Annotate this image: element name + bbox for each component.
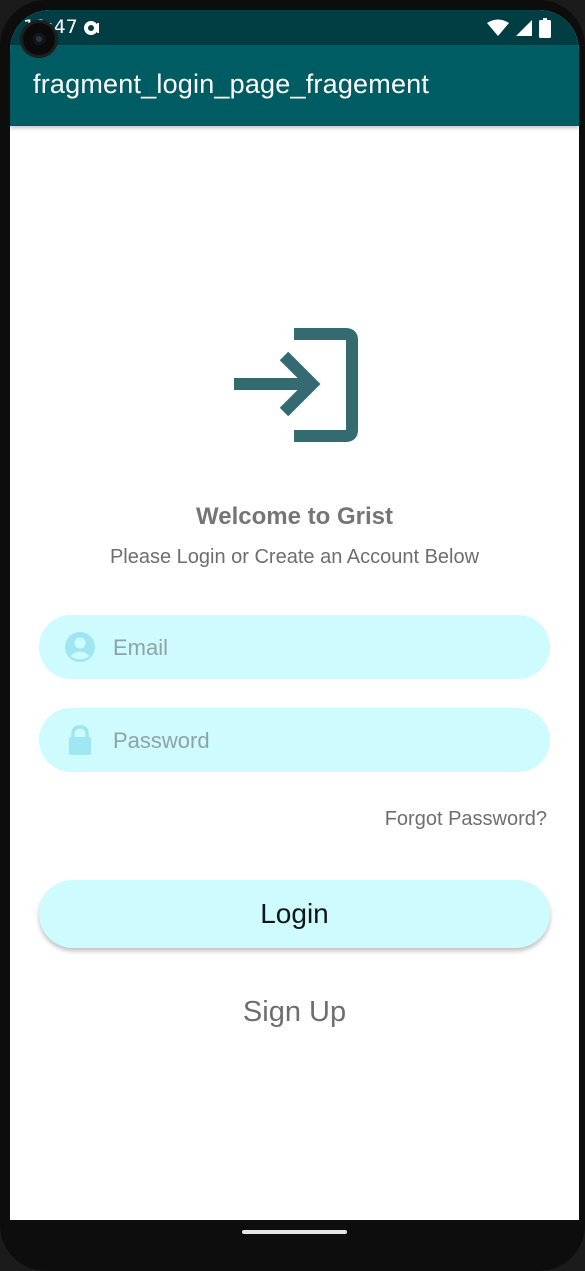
status-icons: [487, 18, 551, 38]
login-button[interactable]: Login: [39, 880, 550, 948]
password-input[interactable]: [111, 708, 535, 774]
app-bar: fragment_login_page_fragement: [10, 45, 579, 126]
account-circle-icon: [65, 632, 95, 662]
email-field[interactable]: [39, 615, 550, 681]
gesture-nav-handle[interactable]: [242, 1230, 347, 1234]
status-bar: 11:47: [10, 10, 579, 45]
welcome-title: Welcome to Grist: [196, 503, 393, 530]
cell-signal-icon: [516, 20, 532, 36]
page-title: fragment_login_page_fragement: [33, 69, 430, 99]
sign-up-link[interactable]: Sign Up: [10, 996, 579, 1029]
device-frame: 11:47 fragment_login_page_frag: [0, 0, 585, 1271]
password-field[interactable]: [39, 708, 550, 774]
email-input[interactable]: [111, 615, 535, 681]
wifi-icon: [487, 19, 509, 36]
battery-icon: [539, 18, 551, 38]
sync-icon: [84, 21, 99, 35]
front-camera: [20, 20, 58, 58]
forgot-password-link[interactable]: Forgot Password?: [385, 808, 547, 831]
app-screen: 11:47 fragment_login_page_frag: [10, 10, 579, 1220]
welcome-subtitle: Please Login or Create an Account Below: [109, 546, 480, 568]
login-arrow-icon: [234, 328, 358, 442]
lock-icon: [69, 725, 91, 755]
